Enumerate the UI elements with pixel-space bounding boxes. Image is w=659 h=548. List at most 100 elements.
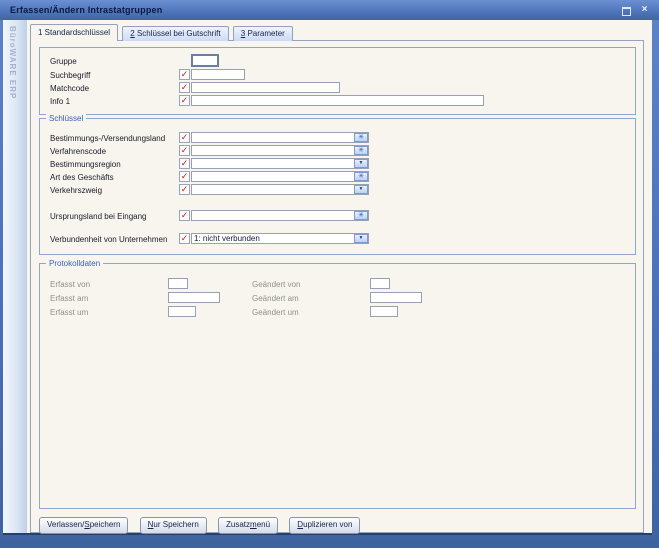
verkehrszweig-edit-check-button[interactable]: ✓ <box>179 184 190 195</box>
erfasst-von-input[interactable] <box>168 278 188 289</box>
verfahrenscode-edit-check-button[interactable]: ✓ <box>179 145 190 156</box>
check-icon: ✓ <box>180 172 189 181</box>
geaendert-von-input[interactable] <box>370 278 390 289</box>
erfasst-um-input[interactable] <box>168 306 196 317</box>
ursprungsland-lookup-button[interactable]: ✳ <box>354 211 368 220</box>
art-des-geschaefts-edit-check-button[interactable]: ✓ <box>179 171 190 182</box>
action-button-row: Verlassen/Speichern Nur Speichern Zusatz… <box>39 517 369 534</box>
bestimmungsregion-input[interactable] <box>191 158 369 169</box>
field-label-ursprungsland: Ursprungsland bei Eingang <box>50 211 147 222</box>
check-icon: ✓ <box>180 234 189 243</box>
ursprungsland-edit-check-button[interactable]: ✓ <box>179 210 190 221</box>
group-protokolldaten: Protokolldaten Erfasst von Geändert von … <box>39 263 636 509</box>
verbundenheit-select[interactable] <box>191 233 369 244</box>
ursprungsland-input[interactable] <box>191 210 369 221</box>
verlassen-speichern-button[interactable]: Verlassen/Speichern <box>39 517 128 534</box>
field-label-info1: Info 1 <box>50 96 70 107</box>
bestimmungsland-input[interactable] <box>191 132 369 143</box>
suchbegriff-edit-check-button[interactable]: ✓ <box>179 69 190 80</box>
verkehrszweig-input[interactable] <box>191 184 369 195</box>
lookup-icon: ✳ <box>355 173 367 180</box>
field-label-bestimmungsland: Bestimmungs-/Versendungsland <box>50 133 165 144</box>
field-label-verbundenheit: Verbundenheit von Unternehmen <box>50 234 167 245</box>
tab-panel: Gruppe Suchbegriff ✓ Matchcode ✓ Info 1 … <box>30 40 644 533</box>
group-protokolldaten-title: Protokolldaten <box>46 259 103 268</box>
check-icon: ✓ <box>180 211 189 220</box>
verfahrenscode-input[interactable] <box>191 145 369 156</box>
tab-parameter[interactable]: 3 Parameter <box>233 26 293 41</box>
tab-standardschluessel[interactable]: 1 Standardschlüssel <box>30 24 118 41</box>
close-button[interactable]: × <box>638 4 651 16</box>
button-label-rest: ur Speichern <box>153 520 198 529</box>
nur-speichern-button[interactable]: Nur Speichern <box>140 517 207 534</box>
field-label-geaendert-von: Geändert von <box>252 279 300 290</box>
check-icon: ✓ <box>180 133 189 142</box>
lookup-icon: ✳ <box>355 147 367 154</box>
erfasst-am-input[interactable] <box>168 292 220 303</box>
verfahrenscode-lookup-button[interactable]: ✳ <box>354 146 368 155</box>
button-label-rest: enü <box>257 520 270 529</box>
restore-button[interactable] <box>620 4 633 16</box>
field-label-matchcode: Matchcode <box>50 83 89 94</box>
info1-input[interactable] <box>191 95 484 106</box>
check-icon: ✓ <box>180 185 189 194</box>
button-label: Verlassen/ <box>47 520 84 529</box>
zusatzmenue-button[interactable]: Zusatzmenü <box>218 517 278 534</box>
bestimmungsregion-dropdown-button[interactable]: ▼ <box>354 159 368 168</box>
field-label-gruppe: Gruppe <box>50 56 77 67</box>
field-label-erfasst-am: Erfasst am <box>50 293 88 304</box>
field-label-erfasst-um: Erfasst um <box>50 307 88 318</box>
button-label: Zusatz <box>226 520 250 529</box>
check-icon: ✓ <box>180 96 189 105</box>
suchbegriff-input[interactable] <box>191 69 245 80</box>
group-basisdaten: Gruppe Suchbegriff ✓ Matchcode ✓ Info 1 … <box>39 47 636 115</box>
check-icon: ✓ <box>180 70 189 79</box>
field-label-geaendert-um: Geändert um <box>252 307 299 318</box>
matchcode-input[interactable] <box>191 82 340 93</box>
field-label-suchbegriff: Suchbegriff <box>50 70 90 81</box>
brand-sidebar: BüroWARE ERP <box>3 20 27 535</box>
art-des-geschaefts-input[interactable] <box>191 171 369 182</box>
bestimmungsland-lookup-button[interactable]: ✳ <box>354 133 368 142</box>
verbundenheit-dropdown-button[interactable]: ▼ <box>354 234 368 243</box>
group-schluessel: Schlüssel Bestimmungs-/Versendungsland ✓… <box>39 118 636 255</box>
check-icon: ✓ <box>180 159 189 168</box>
check-icon: ✓ <box>180 83 189 92</box>
titlebar: Erfassen/Ändern Intrastatgruppen × <box>0 0 659 20</box>
bestimmungsland-edit-check-button[interactable]: ✓ <box>179 132 190 143</box>
geaendert-am-input[interactable] <box>370 292 422 303</box>
bestimmungsregion-edit-check-button[interactable]: ✓ <box>179 158 190 169</box>
lookup-icon: ✳ <box>355 134 367 141</box>
field-label-bestimmungsregion: Bestimmungsregion <box>50 159 121 170</box>
tab-schluessel-bei-gutschrift[interactable]: 2 Schlüssel bei Gutschrift <box>122 26 228 41</box>
tab-label: 1 Standardschlüssel <box>38 28 110 37</box>
duplizieren-von-button[interactable]: Duplizieren von <box>289 517 360 534</box>
tab-bar: 1 Standardschlüssel 2 Schlüssel bei Guts… <box>30 24 295 40</box>
group-schluessel-title: Schlüssel <box>46 114 86 123</box>
info1-edit-check-button[interactable]: ✓ <box>179 95 190 106</box>
field-label-geaendert-am: Geändert am <box>252 293 299 304</box>
chevron-down-icon: ▼ <box>355 186 367 193</box>
chevron-down-icon: ▼ <box>355 235 367 242</box>
field-label-verfahrenscode: Verfahrenscode <box>50 146 106 157</box>
button-label-rest: peichern <box>90 520 121 529</box>
brand-text: BüroWARE ERP <box>8 26 17 99</box>
content-area: 1 Standardschlüssel 2 Schlüssel bei Guts… <box>27 20 652 533</box>
close-icon: × <box>642 4 648 15</box>
app-window: Erfassen/Ändern Intrastatgruppen × BüroW… <box>0 0 659 548</box>
chevron-down-icon: ▼ <box>355 160 367 167</box>
geaendert-um-input[interactable] <box>370 306 398 317</box>
matchcode-edit-check-button[interactable]: ✓ <box>179 82 190 93</box>
window-title: Erfassen/Ändern Intrastatgruppen <box>10 0 162 20</box>
verkehrszweig-dropdown-button[interactable]: ▼ <box>354 185 368 194</box>
tab-label-rest: Schlüssel bei Gutschrift <box>135 29 221 38</box>
lookup-icon: ✳ <box>355 212 367 219</box>
art-des-geschaefts-lookup-button[interactable]: ✳ <box>354 172 368 181</box>
gruppe-input[interactable] <box>191 54 219 67</box>
check-icon: ✓ <box>180 146 189 155</box>
tab-label-rest: Parameter <box>245 29 285 38</box>
field-label-art-des-geschaefts: Art des Geschäfts <box>50 172 114 183</box>
verbundenheit-edit-check-button[interactable]: ✓ <box>179 233 190 244</box>
button-mnemonic: m <box>250 520 257 529</box>
field-label-verkehrszweig: Verkehrszweig <box>50 185 102 196</box>
